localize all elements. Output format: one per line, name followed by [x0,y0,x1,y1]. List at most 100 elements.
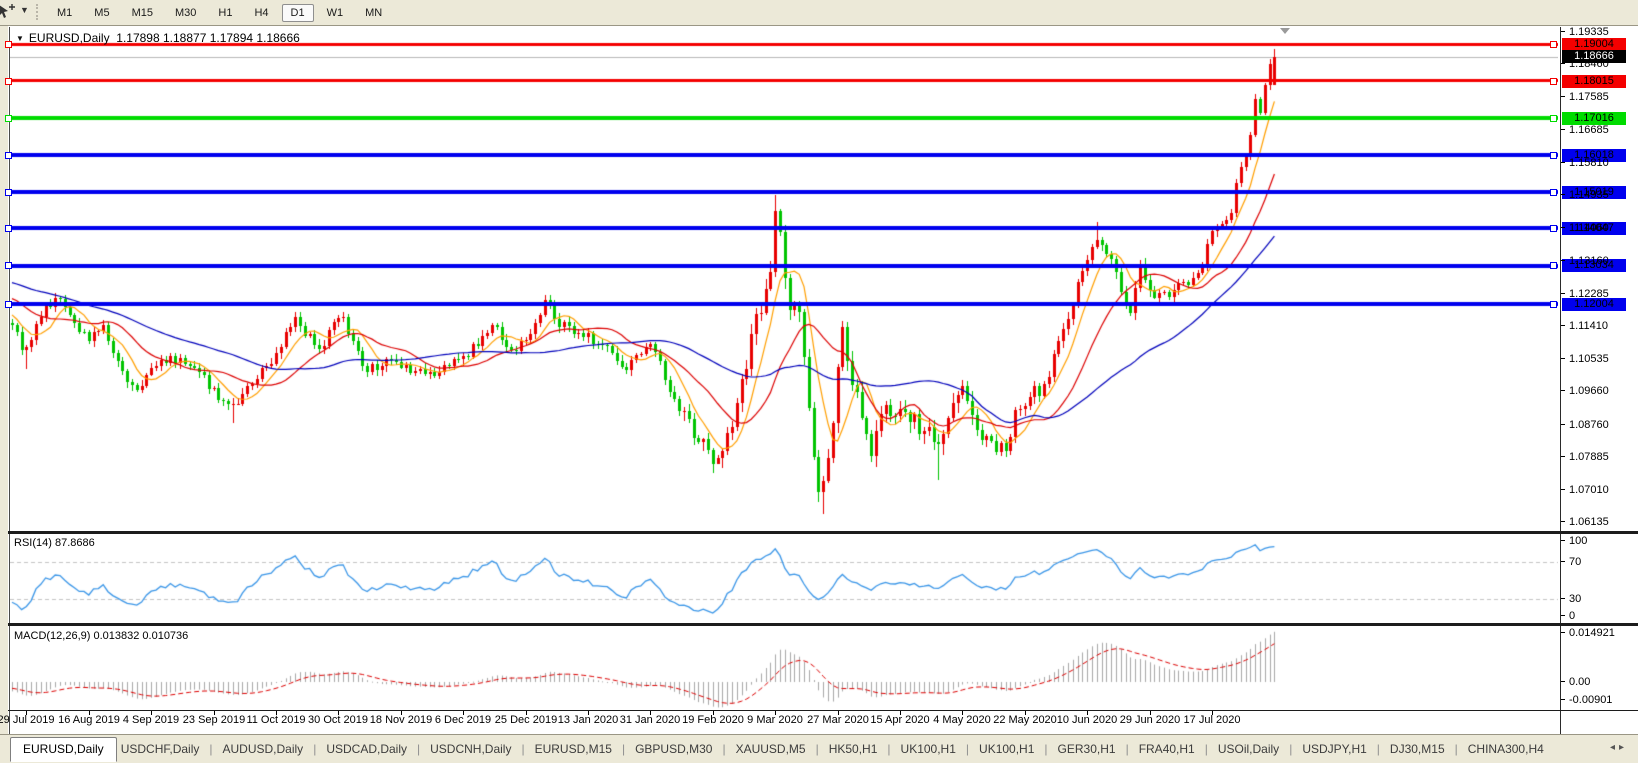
hline-handle[interactable] [1550,189,1557,196]
mt4-window: ▼ M1M5M15M30H1H4D1W1MN ▼EURUSD,Daily 1.1… [0,0,1638,763]
chart-title: ▼EURUSD,Daily 1.17898 1.18877 1.17894 1.… [16,31,300,45]
toolbar-grip [36,4,41,20]
hline-handle[interactable] [5,262,12,269]
timeframe-button-mn[interactable]: MN [356,4,391,22]
time-axis-label: 31 Jan 2020 [620,714,681,726]
price-axis-tick: 1.11410 [1561,320,1608,332]
timeframe-button-m5[interactable]: M5 [85,4,118,22]
time-axis-label: 6 Dec 2019 [435,714,491,726]
hline-handle[interactable] [5,225,12,232]
hline-handle[interactable] [5,78,12,85]
time-axis-label: 18 Nov 2019 [370,714,432,726]
hline-handle[interactable] [1550,301,1557,308]
chart-tab[interactable]: AUDUSD,Daily [219,738,308,760]
tool-dropdown-caret-icon[interactable]: ▼ [20,5,29,15]
hline-handle[interactable] [1550,152,1557,159]
time-axis-label: 29 Jul 2019 [0,714,54,726]
hline-handle[interactable] [5,189,12,196]
crosshair-tool-icon[interactable] [0,3,18,21]
price-axis-tick: 1.12285 [1561,288,1609,300]
timeframe-button-m1[interactable]: M1 [48,4,81,22]
hline-handle[interactable] [1550,115,1557,122]
chart-shift-marker-icon[interactable] [1280,28,1290,34]
hline-handle[interactable] [5,41,12,48]
macd-axis-tick: -0.00901 [1561,694,1612,706]
chart-tab[interactable]: USDCNH,Daily [426,738,515,760]
time-axis-label: 27 Mar 2020 [807,714,869,726]
panel-divider[interactable] [8,531,1638,534]
hline-price-label: 1.19004 [1562,38,1626,51]
price-axis-tick: 1.10535 [1561,353,1609,365]
price-axis-tick: 1.19335 [1561,26,1609,38]
tab-separator: | [881,742,896,756]
timeframe-button-h1[interactable]: H1 [209,4,241,22]
hline-handle[interactable] [5,152,12,159]
chart-tab[interactable]: USDCHF,Daily [117,738,204,760]
time-axis-line [8,710,1638,711]
price-chart-canvas[interactable] [10,28,1558,531]
timeframe-button-m15[interactable]: M15 [123,4,162,22]
price-axis-tick: 1.14060 [1561,222,1609,234]
timeframe-button-w1[interactable]: W1 [318,4,353,22]
time-axis-label: 11 Oct 2019 [246,714,305,726]
hline-handle[interactable] [1550,78,1557,85]
rsi-axis-tick: 70 [1561,556,1581,568]
tab-scroll-arrows: ◂▸ [1610,742,1628,753]
tab-separator: | [716,742,731,756]
chart-tab[interactable]: CHINA300,H4 [1464,738,1548,760]
timeframe-button-m30[interactable]: M30 [166,4,205,22]
price-axis-tick: 1.07010 [1561,484,1609,496]
collapse-arrow-icon[interactable]: ▼ [16,34,24,43]
time-axis-label: 15 Apr 2020 [870,714,929,726]
time-axis-label: 29 Jun 2020 [1120,714,1181,726]
hline-handle[interactable] [1550,225,1557,232]
tab-separator: | [515,742,530,756]
price-axis-tick: 1.13160 [1561,255,1609,267]
tab-separator: | [616,742,631,756]
tab-separator: | [307,742,322,756]
timeframe-button-h4[interactable]: H4 [245,4,277,22]
macd-axis-tick: 0.014921 [1561,627,1615,639]
time-axis-label: 16 Aug 2019 [58,714,120,726]
chart-tab[interactable]: GBPUSD,M30 [631,738,716,760]
rsi-label: RSI(14) 87.8686 [14,537,95,549]
price-axis-tick: 1.08760 [1561,419,1609,431]
tab-separator: | [960,742,975,756]
price-axis-tick: 1.09660 [1561,385,1609,397]
current-price-label: 1.18666 [1562,50,1626,63]
chart-tab[interactable]: USDCAD,Daily [322,738,411,760]
chart-tab[interactable]: UK100,H1 [975,738,1038,760]
chart-tab[interactable]: EURUSD,M15 [531,738,616,760]
tab-bar: EURUSD,DailyUSDCHF,Daily|AUDUSD,Daily|US… [0,735,1638,763]
price-axis-tick: 1.07885 [1561,451,1609,463]
chart-title-ohlc: 1.17898 1.18877 1.17894 1.18666 [116,31,300,45]
tab-separator: | [1120,742,1135,756]
timeframe-button-d1[interactable]: D1 [282,4,314,22]
macd-indicator-canvas[interactable] [10,626,1558,710]
time-axis-label: 19 Feb 2020 [682,714,744,726]
rsi-indicator-canvas[interactable] [10,534,1558,623]
tab-scroll-left-icon[interactable]: ◂ [1610,742,1619,753]
chart-tab[interactable]: HK50,H1 [825,738,882,760]
time-axis-label: 30 Oct 2019 [308,714,368,726]
chart-tab[interactable]: FRA40,H1 [1135,738,1199,760]
time-axis-label: 4 May 2020 [933,714,990,726]
tab-scroll-right-icon[interactable]: ▸ [1619,742,1628,753]
chart-tab[interactable]: GER30,H1 [1054,738,1120,760]
chart-tab[interactable]: USOil,Daily [1214,738,1283,760]
hline-handle[interactable] [1550,262,1557,269]
tab-separator: | [1449,742,1464,756]
time-axis-label: 9 Mar 2020 [747,714,803,726]
price-axis-tick: 1.14935 [1561,189,1609,201]
hline-handle[interactable] [5,115,12,122]
chart-tab[interactable]: XAUUSD,M5 [732,738,810,760]
chart-tab[interactable]: USDJPY,H1 [1298,738,1370,760]
hline-handle[interactable] [5,301,12,308]
chart-tab-active[interactable]: EURUSD,Daily [10,737,117,762]
timeframe-button-row: M1M5 M15M30H1H4 D1W1MN [46,2,393,23]
hline-handle[interactable] [1550,41,1557,48]
chart-tab[interactable]: UK100,H1 [897,738,960,760]
chart-tab[interactable]: DJ30,M15 [1386,738,1449,760]
time-axis-label: 4 Sep 2019 [123,714,179,726]
panel-divider[interactable] [8,623,1638,626]
